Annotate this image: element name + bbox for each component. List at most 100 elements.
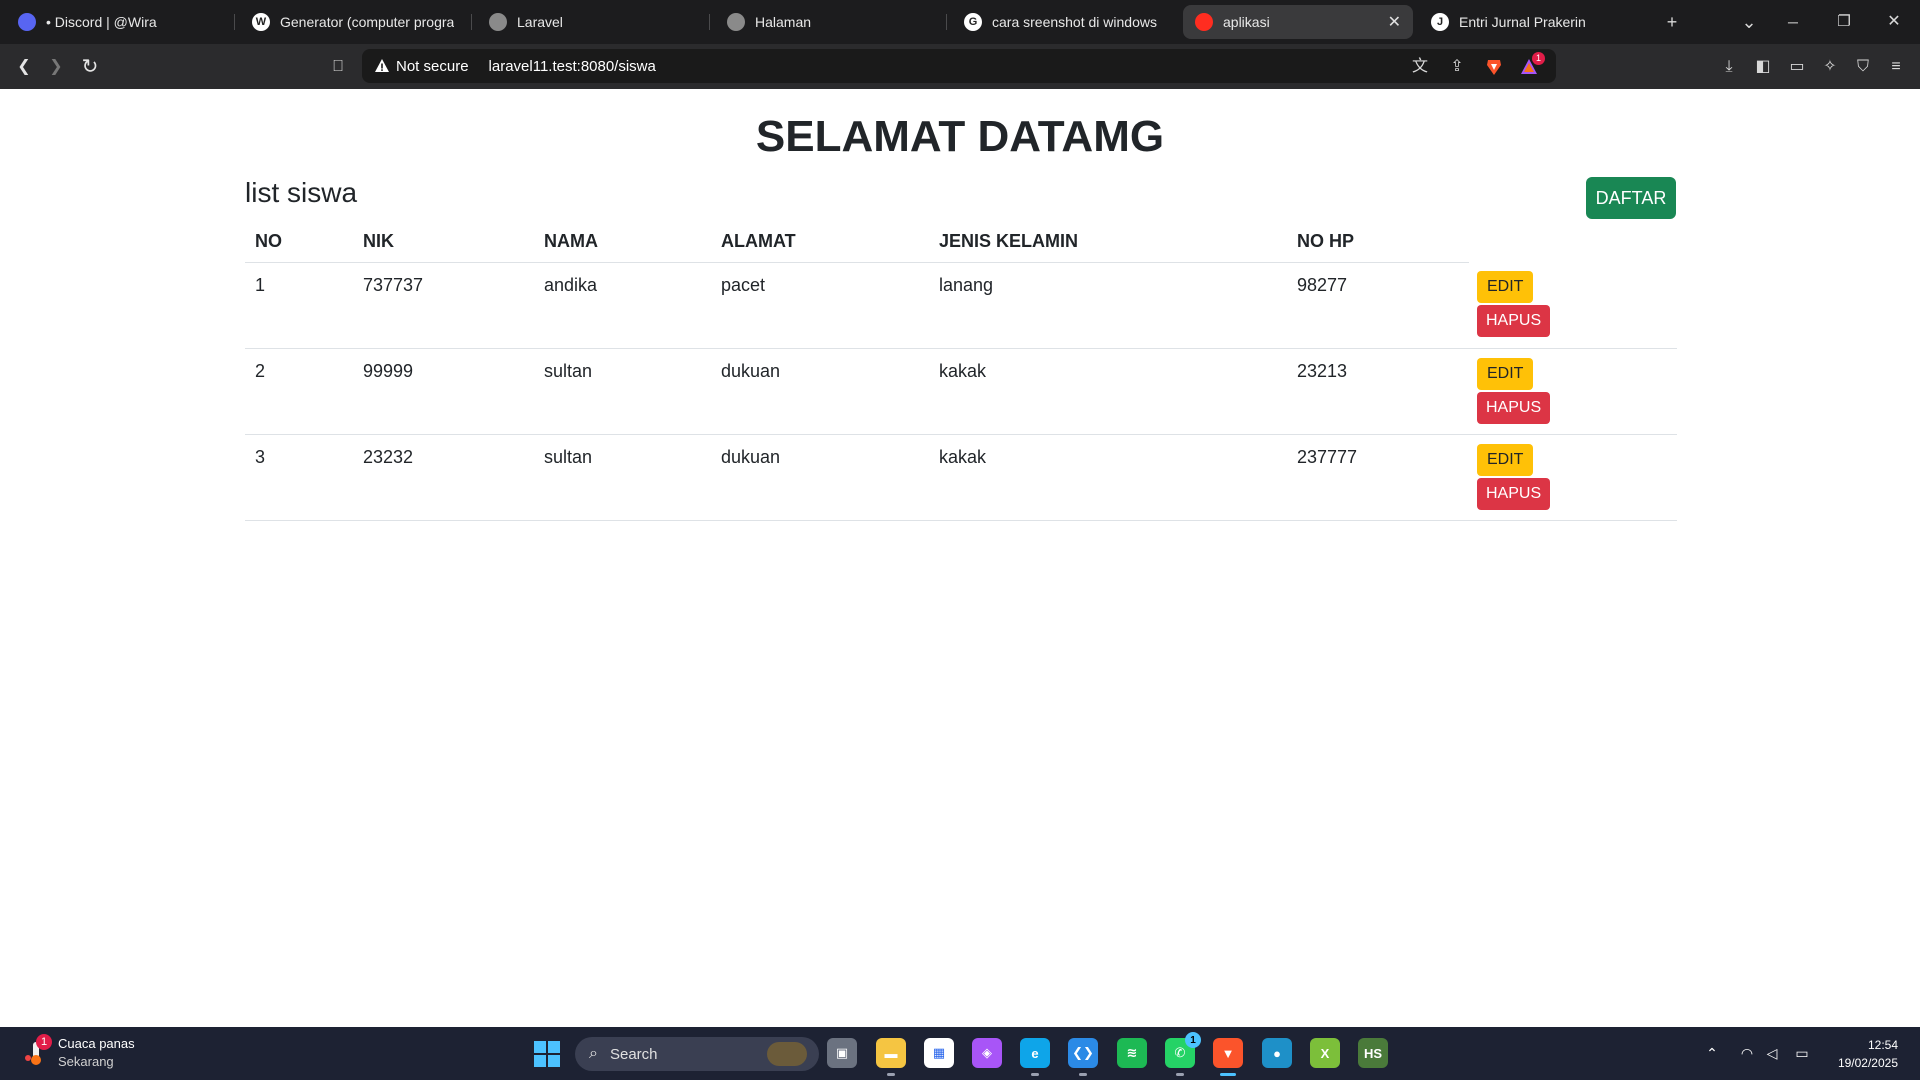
search-highlight-icon (767, 1042, 807, 1066)
cell-nik: 23232 (353, 434, 534, 521)
translate-icon[interactable]: 文 (1410, 57, 1430, 77)
cell-nama: sultan (534, 348, 711, 435)
notification-badge: 1 (1185, 1032, 1201, 1048)
show-hidden-icons-icon[interactable]: ⌃ (1702, 1043, 1722, 1063)
wifi-icon[interactable]: ◠ (1737, 1043, 1757, 1063)
column-header-alamat: ALAMAT (711, 222, 929, 263)
clock-date: 19/02/2025 (1837, 1056, 1898, 1070)
table-row: 2 99999 sultan dukuan kakak 23213 EDIT H… (245, 348, 1677, 435)
bookmark-button[interactable]: ⎕ (325, 54, 351, 80)
column-header-nama: NAMA (534, 222, 711, 263)
browser-tab-strip: • Discord | @Wira W Generator (computer pr… (0, 0, 1920, 44)
browser-tab[interactable]: J Entri Jurnal Prakerin (1419, 5, 1645, 39)
microsoft-store-icon[interactable]: ▦ (924, 1038, 954, 1068)
close-tab-icon[interactable]: ✕ (1388, 12, 1401, 32)
edge-icon[interactable]: e (1020, 1038, 1050, 1076)
weather-badge: 1 (36, 1034, 52, 1050)
url-text[interactable]: laravel11.test:8080/siswa (489, 58, 656, 75)
table-header-row: NO NIK NAMA ALAMAT JENIS KELAMIN NO HP (245, 222, 1677, 263)
cell-alamat: pacet (711, 262, 929, 349)
tab-search-button[interactable]: ⌄ (1737, 10, 1761, 34)
app-glyph: ▼ (1221, 1045, 1235, 1061)
cell-actions: EDIT HAPUS (1469, 434, 1677, 521)
browser-tab[interactable]: Gcara sreenshot di windows 11 (952, 5, 1173, 39)
edit-button[interactable]: EDIT (1477, 271, 1534, 303)
tab-label: cara sreenshot di windows 11 (992, 14, 1161, 30)
downloads-icon[interactable]: ⤓ (1718, 56, 1740, 78)
battery-icon[interactable]: ▭ (1792, 1043, 1812, 1063)
daftar-button[interactable]: DAFTAR (1586, 177, 1676, 219)
new-tab-button[interactable]: + (1660, 10, 1684, 34)
app-glyph: X (1320, 1045, 1330, 1061)
restore-window-button[interactable]: ❐ (1832, 10, 1856, 34)
app-glyph: ✆ (1174, 1045, 1186, 1060)
globe-icon (489, 13, 507, 31)
cell-nama: sultan (534, 434, 711, 521)
browser-tab[interactable]: aplikasi ✕ (1183, 5, 1413, 39)
menu-icon[interactable]: ≡ (1885, 56, 1907, 78)
column-header-no: NO (245, 222, 353, 263)
brave-rewards-icon[interactable]: 1 (1519, 52, 1545, 77)
column-header-jenis-kelamin: JENIS KELAMIN (929, 222, 1287, 263)
spotify-icon[interactable]: ≋ (1117, 1038, 1147, 1068)
wikipedia-icon: W (252, 13, 270, 31)
sidebar-icon[interactable]: ◧ (1752, 56, 1774, 78)
discord-icon (18, 13, 36, 31)
minimize-window-button[interactable]: ─ (1781, 10, 1805, 34)
leo-ai-icon[interactable]: ✧ (1819, 56, 1841, 78)
taskbar-search[interactable]: ⌕ Search (575, 1037, 819, 1071)
app-glyph: ▣ (835, 1045, 849, 1060)
cell-no-hp: 23213 (1287, 348, 1469, 435)
tab-label: Entri Jurnal Prakerin (1459, 14, 1586, 30)
reload-button[interactable]: ↻ (77, 54, 103, 80)
forward-button[interactable]: ❯ (43, 54, 69, 80)
clock-time: 12:54 (1867, 1038, 1898, 1052)
copilot-icon[interactable]: ◈ (972, 1038, 1002, 1068)
tab-label: Halaman (755, 14, 812, 30)
weather-widget[interactable]: 1 Cuaca panas Sekarang (22, 1034, 135, 1071)
delete-button[interactable]: HAPUS (1477, 477, 1551, 510)
browser-tab[interactable]: • Discord | @Wira (6, 5, 232, 39)
delete-button[interactable]: HAPUS (1477, 305, 1551, 337)
share-icon[interactable]: ⇪ (1447, 57, 1467, 77)
rewards-badge: 1 (1532, 52, 1545, 65)
xampp-icon[interactable]: X (1310, 1038, 1340, 1068)
address-bar[interactable]: Not secure laravel11.test:8080/siswa 文 ⇪… (362, 49, 1556, 83)
cell-jenis-kelamin: kakak (929, 348, 1287, 435)
page-content: SELAMAT DATAMG list siswa DAFTAR NO NIK … (0, 89, 1920, 1027)
volume-icon[interactable]: ◁ (1762, 1043, 1782, 1063)
whatsapp-icon[interactable]: ✆ 1 (1165, 1032, 1201, 1076)
security-status[interactable]: Not secure (396, 58, 469, 75)
tab-label: Generator (computer programming) (280, 14, 454, 30)
start-button[interactable] (534, 1041, 560, 1067)
browser-tab[interactable]: Halaman (715, 5, 941, 39)
taskbar-clock[interactable]: 12:54 19/02/2025 (1838, 1036, 1898, 1072)
delete-button[interactable]: HAPUS (1477, 391, 1551, 424)
column-header-actions (1469, 222, 1677, 262)
edge-dev-icon[interactable]: ● (1262, 1038, 1292, 1068)
close-window-button[interactable]: ✕ (1882, 10, 1906, 34)
running-indicator (1176, 1073, 1184, 1076)
cell-jenis-kelamin: kakak (929, 434, 1287, 521)
edit-button[interactable]: EDIT (1477, 443, 1534, 476)
cell-no: 1 (245, 262, 353, 349)
heidisql-icon[interactable]: HS (1358, 1038, 1388, 1068)
edit-button[interactable]: EDIT (1477, 357, 1534, 390)
task-view-icon[interactable]: ▣ (827, 1038, 857, 1068)
file-explorer-icon[interactable]: ▬ (876, 1038, 906, 1076)
browser-tab[interactable]: W Generator (computer programming) (240, 5, 466, 39)
cell-no-hp: 98277 (1287, 262, 1469, 349)
brave-shields-icon[interactable] (1484, 57, 1504, 77)
brave-icon[interactable]: ▼ (1213, 1038, 1243, 1076)
cell-nik: 99999 (353, 348, 534, 435)
back-button[interactable]: ❮ (11, 54, 37, 80)
browser-tab[interactable]: Laravel (477, 5, 703, 39)
table-row: 1 737737 andika pacet lanang 98277 EDIT … (245, 262, 1677, 349)
app-glyph: ▬ (884, 1045, 898, 1061)
column-header-no-hp: NO HP (1287, 222, 1469, 263)
running-indicator (1079, 1073, 1087, 1076)
vscode-icon[interactable]: ❮❯ (1068, 1038, 1098, 1076)
wallet-icon[interactable]: ▭ (1786, 56, 1808, 78)
cell-nama: andika (534, 262, 711, 349)
vpn-icon[interactable]: ⛉ (1852, 56, 1874, 78)
